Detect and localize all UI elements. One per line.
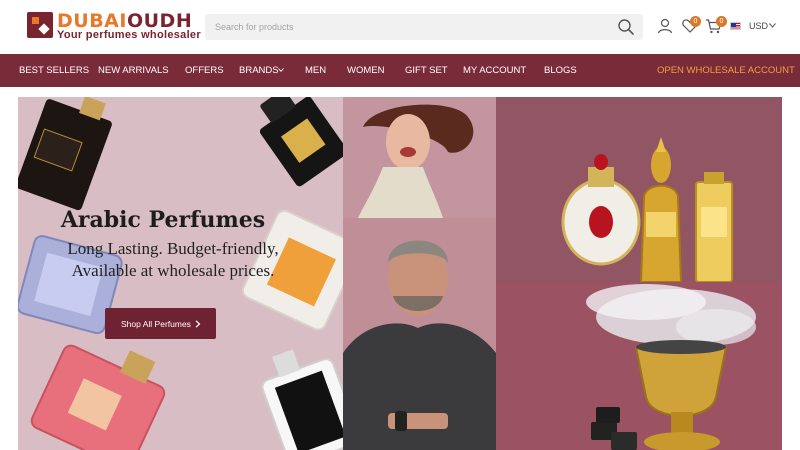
search-icon[interactable] (617, 18, 635, 36)
nav-women[interactable]: WOMEN (347, 54, 384, 87)
brands-chevron-down-icon[interactable] (278, 68, 284, 72)
hero-subtitle: Long Lasting. Budget-friendly, Available… (67, 239, 279, 280)
hero-panel-man[interactable] (343, 218, 496, 450)
attar-bottles-image (561, 137, 733, 283)
man-portrait-image (343, 240, 496, 450)
open-wholesale-account-link[interactable]: OPEN WHOLESALE ACCOUNT (657, 54, 795, 87)
nav-new-arrivals[interactable]: NEW ARRIVALS (98, 54, 169, 87)
nav-men[interactable]: MEN (305, 54, 326, 87)
hero-title: Arabic Perfumes (60, 207, 266, 233)
logo-mark (27, 12, 53, 38)
chevron-right-icon (195, 320, 201, 328)
incense-burner-image (586, 284, 756, 450)
nav-offers[interactable]: OFFERS (185, 54, 224, 87)
nav-blogs[interactable]: BLOGS (544, 54, 577, 87)
hero-panel-attar-bottles[interactable] (496, 97, 782, 283)
cart-count-badge: 0 (716, 16, 727, 27)
site-logo[interactable]: DUBAIOUDH Your perfumes wholesaler (27, 10, 201, 42)
hero-panel-incense-burner[interactable] (496, 282, 782, 450)
woman-laughing-image (358, 104, 474, 218)
currency-selector[interactable]: USD (749, 21, 768, 31)
hero-panel-woman[interactable] (343, 97, 496, 218)
nav-brands[interactable]: BRANDS (239, 54, 279, 87)
site-header: DUBAIOUDH Your perfumes wholesaler 0 0 U… (0, 0, 800, 54)
nav-best-sellers[interactable]: BEST SELLERS (19, 54, 89, 87)
logo-tagline: Your perfumes wholesaler (57, 29, 201, 41)
wishlist-count-badge: 0 (690, 16, 701, 27)
nav-gift-set[interactable]: GIFT SET (405, 54, 448, 87)
hero-banner: Arabic Perfumes Long Lasting. Budget-fri… (18, 97, 782, 450)
search-input[interactable] (205, 14, 643, 40)
nav-my-account[interactable]: MY ACCOUNT (463, 54, 526, 87)
us-flag-icon[interactable] (730, 22, 741, 30)
hero-panel-arabic-perfumes: Arabic Perfumes Long Lasting. Budget-fri… (18, 97, 361, 450)
chevron-down-icon[interactable] (769, 23, 776, 28)
user-icon[interactable] (656, 17, 674, 35)
main-nav: BEST SELLERS NEW ARRIVALS OFFERS BRANDS … (0, 54, 800, 87)
